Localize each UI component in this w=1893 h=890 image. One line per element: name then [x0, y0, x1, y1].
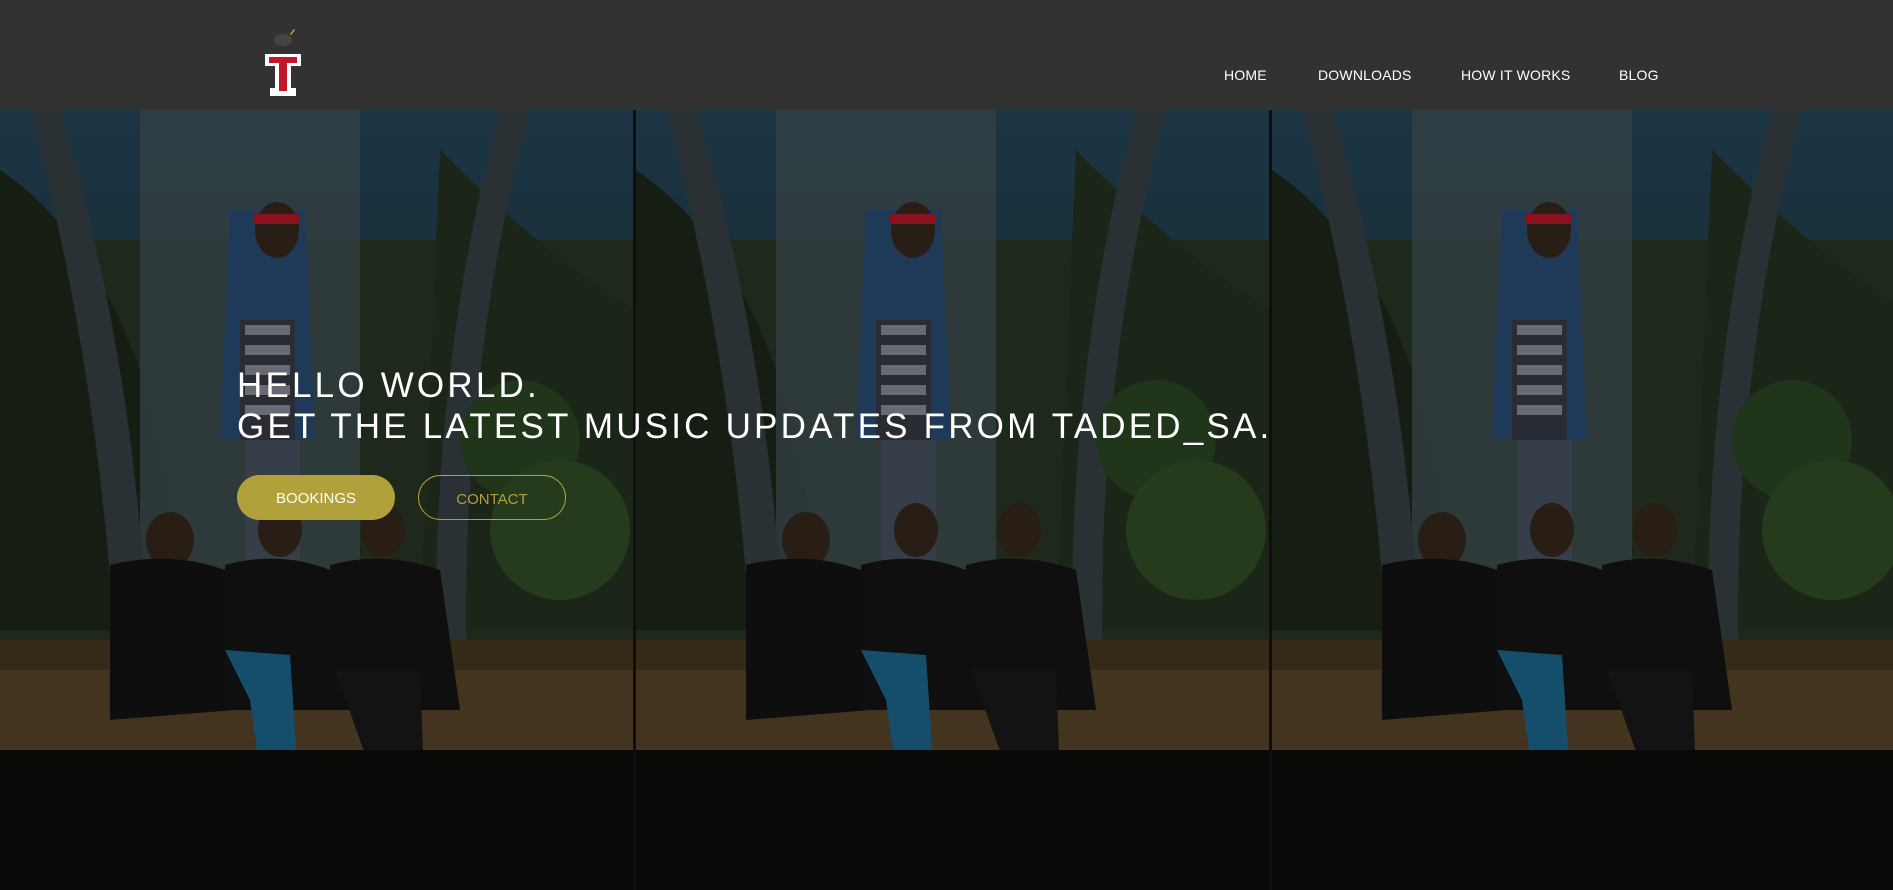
hero-headline-line-2: GET THE LATEST MUSIC UPDATES FROM TADED_… — [237, 407, 1273, 446]
nav-how-it-works[interactable]: HOW IT WORKS — [1461, 67, 1570, 83]
logo-letter: T — [283, 51, 284, 53]
nav-home[interactable]: HOME — [1224, 67, 1267, 83]
contact-button[interactable]: CONTACT — [418, 475, 566, 520]
nav-downloads[interactable]: DOWNLOADS — [1318, 67, 1412, 83]
hero-headline: HELLO WORLD. GET THE LATEST MUSIC UPDATE… — [237, 365, 1272, 447]
taded-logo-icon[interactable]: T — [262, 28, 306, 100]
navbar: T HOME DOWNLOADS HOW IT WORKS BLOG — [0, 0, 1893, 110]
bookings-button[interactable]: BOOKINGS — [237, 475, 395, 520]
nav-blog[interactable]: BLOG — [1619, 67, 1659, 83]
hero-headline-line-1: HELLO WORLD. — [237, 366, 540, 405]
